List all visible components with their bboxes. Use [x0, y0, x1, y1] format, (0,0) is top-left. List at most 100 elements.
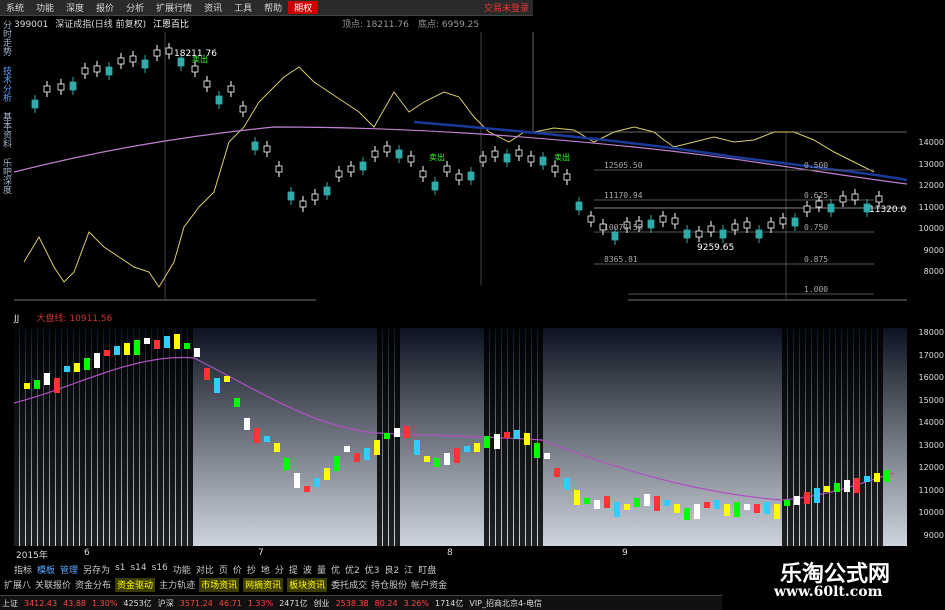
menu-item-8[interactable]: 帮助	[258, 1, 288, 14]
upper-candle-body	[707, 225, 715, 233]
upper-candle-body	[659, 215, 667, 223]
toolbar-item-15[interactable]: 波	[303, 563, 312, 577]
upper-candle-body	[69, 81, 77, 91]
side-tab-0[interactable]: 分时走势	[0, 20, 13, 56]
side-tab-1[interactable]: 技术分析	[0, 66, 13, 102]
menu-item-3[interactable]: 报价	[90, 1, 120, 14]
lower-candle	[474, 443, 480, 452]
lower-candle	[504, 432, 510, 438]
menu-item-6[interactable]: 资讯	[198, 1, 228, 14]
status-item-1: 3412.43	[24, 598, 58, 608]
menu-item-5[interactable]: 扩展行情	[150, 1, 198, 14]
hatch	[878, 328, 883, 546]
toolbar-item-6[interactable]: s16	[152, 563, 168, 577]
ext-tab-6[interactable]: 网摘资讯	[243, 578, 284, 592]
status-item-12: 80.24	[374, 598, 398, 608]
toolbar-item-3[interactable]: 另存为	[83, 563, 110, 577]
toolbar-item-5[interactable]: s14	[130, 563, 146, 577]
upper-axis-tick: 10000	[918, 224, 944, 233]
lower-axis-tick: 9000	[923, 530, 944, 540]
upper-candle-body	[263, 145, 271, 153]
toolbar-item-10[interactable]: 价	[233, 563, 242, 577]
toolbar-item-2[interactable]: 管理	[60, 563, 78, 577]
menu-item-options[interactable]: 期权	[288, 1, 319, 14]
upper-chart[interactable]: 12505.50 0.500 11170.94 0.625 10077.59 0.750 8…	[14, 32, 907, 302]
toolbar-item-17[interactable]: 优	[331, 563, 340, 577]
lower-candle	[634, 498, 640, 507]
lower-chart[interactable]	[14, 328, 907, 546]
toolbar-item-7[interactable]: 功能	[173, 563, 191, 577]
toolbar-item-13[interactable]: 分	[275, 563, 284, 577]
stock-code: 399001	[14, 20, 49, 30]
upper-candle-body	[239, 105, 247, 113]
toolbar-item-16[interactable]: 量	[317, 563, 326, 577]
upper-axis-tick: 14000	[918, 138, 944, 147]
lower-axis-tick: 10000	[918, 508, 944, 517]
fib-ratio: 0.500	[804, 161, 828, 170]
ext-tab-5[interactable]: 市场资讯	[199, 578, 240, 592]
ext-tab-10[interactable]: 帐户资金	[411, 578, 447, 592]
menu-item-4[interactable]: 分析	[120, 1, 150, 14]
top-label: 顶点: 18211.76	[342, 20, 409, 30]
upper-candle-body	[395, 149, 403, 159]
upper-candle-body	[347, 165, 355, 173]
lower-candle	[524, 433, 530, 445]
lower-candle	[384, 433, 390, 439]
side-tab-3[interactable]: 乐吧深度	[0, 158, 13, 194]
upper-axis-tick: 8000	[923, 267, 944, 276]
lower-candle	[204, 368, 210, 380]
toolbar-item-18[interactable]: 优2	[345, 563, 360, 577]
ext-tab-7[interactable]: 板块资讯	[287, 578, 328, 592]
menu-item-1[interactable]: 功能	[30, 1, 60, 14]
toolbar-item-12[interactable]: 地	[261, 563, 270, 577]
toolbar-item-19[interactable]: 优3	[365, 563, 380, 577]
lower-candle	[624, 504, 630, 510]
menu-item-0[interactable]: 系统	[0, 1, 30, 14]
upper-candle-body	[755, 229, 763, 239]
upper-candle-body	[455, 173, 463, 181]
toolbar-item-8[interactable]: 对比	[196, 563, 214, 577]
ext-tab-1[interactable]: 关联报价	[35, 578, 71, 592]
status-item-9: 2471亿	[279, 598, 308, 608]
toolbar-item-14[interactable]: 提	[289, 563, 298, 577]
lower-candle	[564, 478, 570, 490]
toolbar-item-11[interactable]: 抄	[247, 563, 256, 577]
toolbar-item-20[interactable]: 良2	[384, 563, 399, 577]
ext-tab-0[interactable]: 扩展八	[4, 578, 31, 592]
lower-candle	[164, 336, 170, 348]
lower-candle	[84, 358, 90, 370]
ext-tab-2[interactable]: 资金分布	[75, 578, 111, 592]
upper-candle-body	[575, 201, 583, 211]
toolbar-item-0[interactable]: 指标	[14, 563, 32, 577]
fib-price: 11170.94	[604, 191, 643, 200]
ext-tab-8[interactable]: 委托成交	[331, 578, 367, 592]
upper-axis-tick: 11000	[918, 202, 944, 212]
upper-candle-body	[683, 229, 691, 239]
toolbar-item-1[interactable]: 模板	[37, 563, 55, 577]
side-tab-2[interactable]: 基本资料	[0, 112, 13, 148]
lower-candle	[484, 436, 490, 448]
ext-tab-4[interactable]: 主力轨迹	[159, 578, 195, 592]
lower-axis-tick: 11000	[918, 485, 944, 495]
lower-candle	[104, 350, 110, 356]
toolbar-item-4[interactable]: s1	[115, 563, 125, 577]
upper-candle-body	[815, 200, 823, 208]
status-item-3: 1.30%	[92, 598, 118, 608]
upper-candle-body	[129, 55, 137, 63]
lower-candle	[244, 418, 250, 430]
login-status[interactable]: 交易未登录	[484, 1, 533, 14]
lower-candle	[594, 500, 600, 509]
upper-candle-body	[839, 195, 847, 203]
ext-tab-3[interactable]: 资金驱动	[115, 578, 156, 592]
status-item-11: 2538.38	[335, 598, 369, 608]
menu-item-7[interactable]: 工具	[228, 1, 258, 14]
lower-candle	[124, 343, 130, 355]
upper-candle-body	[227, 85, 235, 93]
hatch	[14, 328, 19, 546]
ext-tab-9[interactable]: 持仓股份	[371, 578, 407, 592]
toolbar-item-21[interactable]: 江	[404, 563, 413, 577]
toolbar-item-22[interactable]: 盯盘	[418, 563, 436, 577]
lower-candle	[284, 458, 290, 470]
menu-item-2[interactable]: 深度	[60, 1, 90, 14]
toolbar-item-9[interactable]: 页	[219, 563, 228, 577]
